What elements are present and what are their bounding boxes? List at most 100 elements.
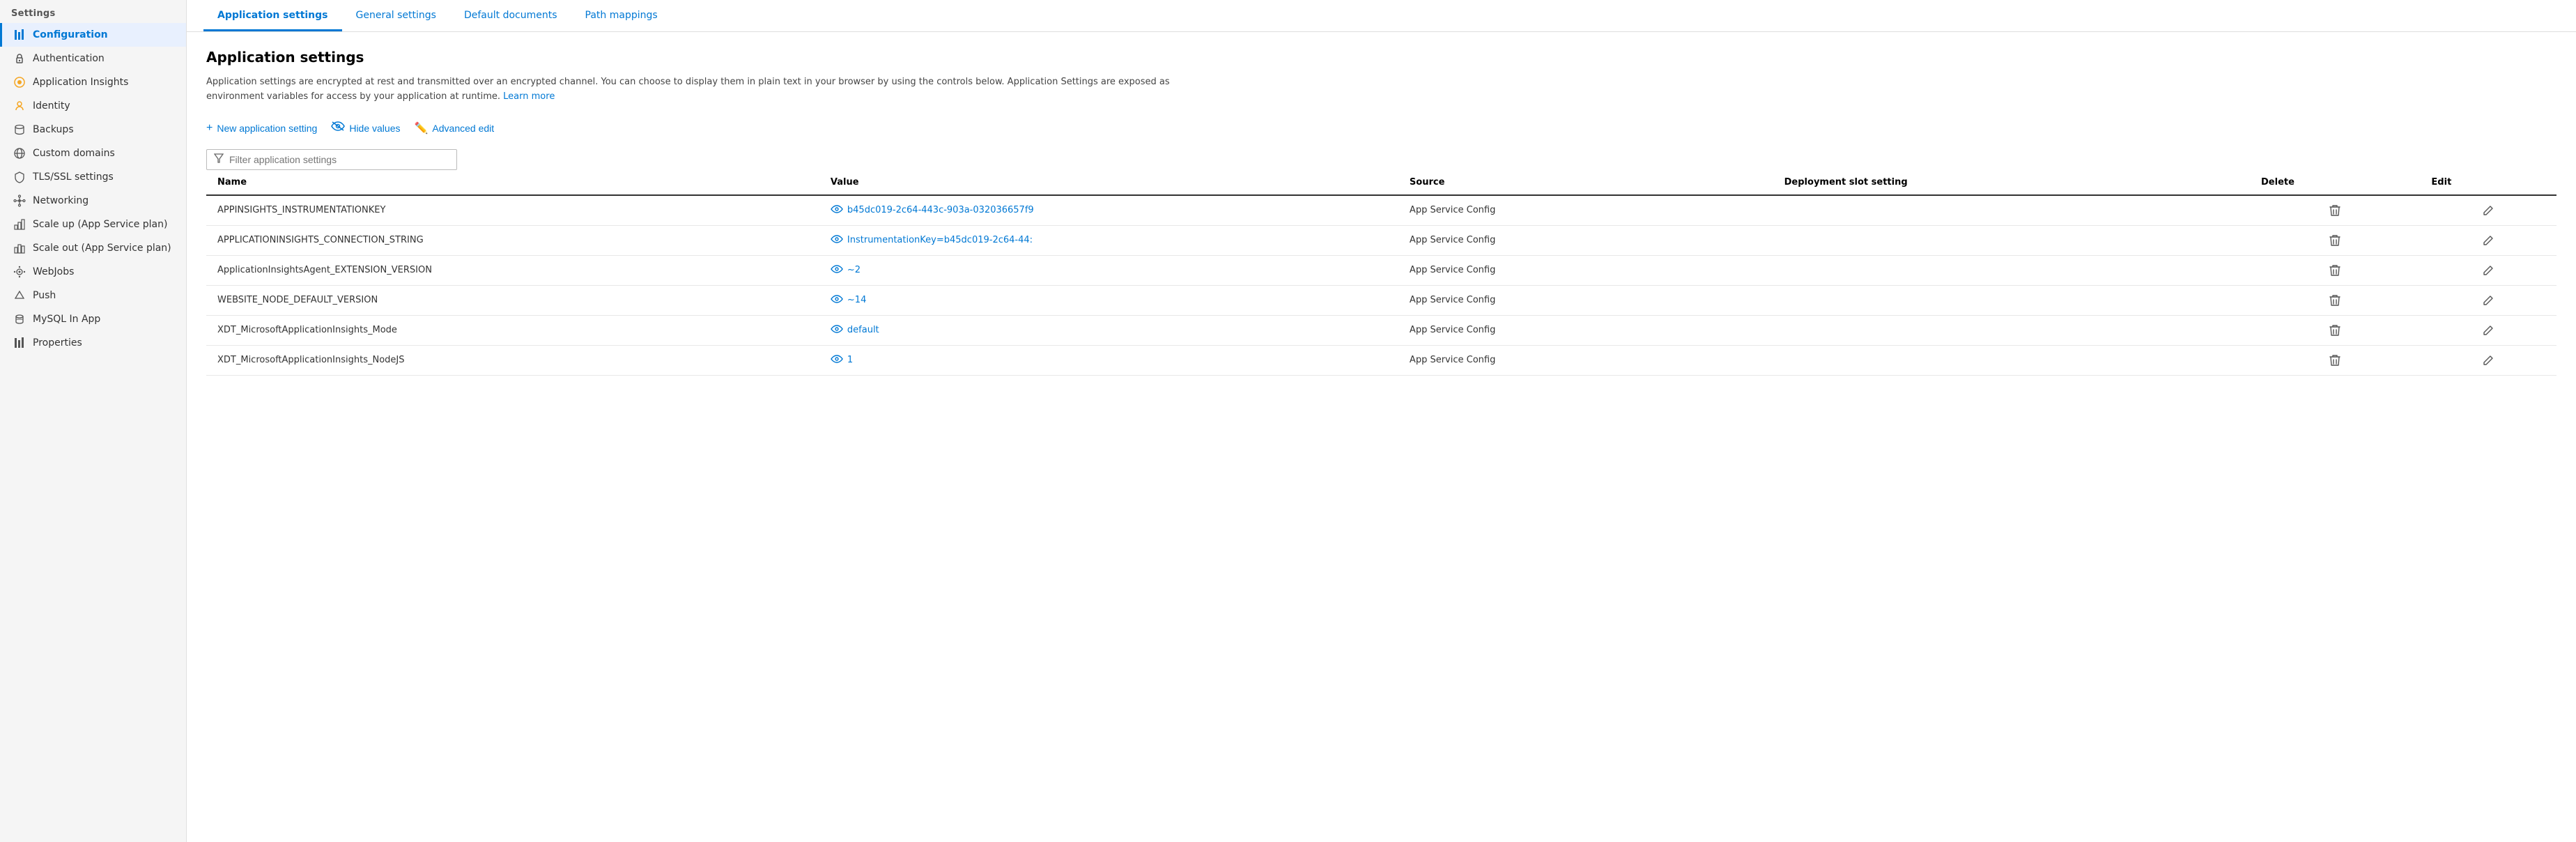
cell-value-link-2[interactable]: ~2 [847, 265, 861, 275]
cell-delete-1 [2250, 225, 2420, 255]
sidebar-item-authentication[interactable]: Authentication [0, 47, 186, 70]
cell-edit-0 [2420, 195, 2556, 226]
page-content-area: Application settings Application setting… [187, 32, 2576, 392]
table-row: APPLICATIONINSIGHTS_CONNECTION_STRING In… [206, 225, 2556, 255]
properties-icon [13, 337, 26, 349]
edit-button-3[interactable] [2431, 295, 2545, 306]
sidebar-item-tls-ssl[interactable]: TLS/SSL settings [0, 165, 186, 189]
filter-container [206, 149, 457, 170]
sidebar-item-webjobs[interactable]: WebJobs [0, 260, 186, 284]
backups-icon [13, 123, 26, 136]
settings-table: Name Value Source Deployment slot settin… [206, 170, 2556, 376]
col-header-name: Name [206, 170, 819, 195]
cell-delete-5 [2250, 345, 2420, 375]
cell-edit-3 [2420, 285, 2556, 315]
sidebar-item-push[interactable]: Push [0, 284, 186, 307]
cell-name-4: XDT_MicrosoftApplicationInsights_Mode [206, 315, 819, 345]
cell-value-link-5[interactable]: 1 [847, 355, 853, 365]
cell-value-link-0[interactable]: b45dc019-2c64-443c-903a-032036657f9 [847, 205, 1034, 215]
edit-button-4[interactable] [2431, 325, 2545, 336]
delete-button-0[interactable] [2261, 204, 2409, 217]
table-row: XDT_MicrosoftApplicationInsights_NodeJS … [206, 345, 2556, 375]
cell-delete-4 [2250, 315, 2420, 345]
sidebar-item-custom-domains[interactable]: Custom domains [0, 141, 186, 165]
cell-source-0: App Service Config [1398, 195, 1773, 226]
plus-icon: + [206, 122, 213, 135]
cell-value-link-1[interactable]: InstrumentationKey=b45dc019-2c64-44: [847, 235, 1033, 245]
tab-default-documents[interactable]: Default documents [450, 0, 571, 31]
sidebar-label-custom-domains: Custom domains [33, 148, 115, 159]
cell-deployment-4 [1773, 315, 2250, 345]
cell-deployment-0 [1773, 195, 2250, 226]
sidebar-item-properties[interactable]: Properties [0, 331, 186, 355]
cell-name-2: ApplicationInsightsAgent_EXTENSION_VERSI… [206, 255, 819, 285]
tab-application-settings[interactable]: Application settings [203, 0, 342, 31]
sidebar-label-mysql: MySQL In App [33, 314, 100, 325]
sidebar-label-identity: Identity [33, 100, 70, 112]
cell-name-1: APPLICATIONINSIGHTS_CONNECTION_STRING [206, 225, 819, 255]
custom-domains-icon [13, 147, 26, 160]
sidebar-label-configuration: Configuration [33, 29, 108, 40]
edit-button-5[interactable] [2431, 355, 2545, 366]
table-row: ApplicationInsightsAgent_EXTENSION_VERSI… [206, 255, 2556, 285]
sidebar-label-authentication: Authentication [33, 53, 105, 64]
cell-value-link-3[interactable]: ~14 [847, 295, 866, 305]
application-insights-icon [13, 76, 26, 89]
hide-values-button[interactable]: Hide values [331, 118, 400, 137]
sidebar-item-scale-out[interactable]: Scale out (App Service plan) [0, 236, 186, 260]
delete-button-5[interactable] [2261, 354, 2409, 367]
main-content: Application settings General settings De… [187, 0, 2576, 842]
cell-name-0: APPINSIGHTS_INSTRUMENTATIONKEY [206, 195, 819, 226]
cell-source-4: App Service Config [1398, 315, 1773, 345]
sidebar-label-webjobs: WebJobs [33, 266, 74, 277]
learn-more-link[interactable]: Learn more [503, 91, 555, 102]
new-application-setting-button[interactable]: + New application setting [206, 119, 317, 137]
filter-icon [214, 153, 224, 166]
configuration-icon [13, 29, 26, 41]
sidebar-item-scale-up[interactable]: Scale up (App Service plan) [0, 213, 186, 236]
cell-value-link-4[interactable]: default [847, 325, 879, 335]
sidebar-item-identity[interactable]: Identity [0, 94, 186, 118]
identity-icon [13, 100, 26, 112]
cell-edit-1 [2420, 225, 2556, 255]
delete-button-3[interactable] [2261, 294, 2409, 307]
cell-deployment-1 [1773, 225, 2250, 255]
cell-name-3: WEBSITE_NODE_DEFAULT_VERSION [206, 285, 819, 315]
table-row: XDT_MicrosoftApplicationInsights_Mode de… [206, 315, 2556, 345]
sidebar-label-backups: Backups [33, 124, 74, 135]
sidebar-item-networking[interactable]: Networking [0, 189, 186, 213]
tab-path-mappings[interactable]: Path mappings [571, 0, 672, 31]
tls-ssl-icon [13, 171, 26, 183]
value-eye-icon-0 [831, 205, 843, 216]
edit-button-0[interactable] [2431, 205, 2545, 216]
sidebar-item-application-insights[interactable]: Application Insights [0, 70, 186, 94]
authentication-icon [13, 52, 26, 65]
sidebar-label-properties: Properties [33, 337, 82, 349]
scale-up-icon [13, 218, 26, 231]
sidebar-label-scale-out: Scale out (App Service plan) [33, 243, 171, 254]
value-eye-icon-3 [831, 295, 843, 306]
table-row: APPINSIGHTS_INSTRUMENTATIONKEY b45dc019-… [206, 195, 2556, 226]
value-eye-icon-5 [831, 355, 843, 366]
delete-button-1[interactable] [2261, 234, 2409, 247]
edit-button-1[interactable] [2431, 235, 2545, 246]
cell-source-5: App Service Config [1398, 345, 1773, 375]
table-row: WEBSITE_NODE_DEFAULT_VERSION ~14 App Ser… [206, 285, 2556, 315]
advanced-edit-button[interactable]: ✏️ Advanced edit [414, 118, 494, 138]
sidebar-item-mysql[interactable]: MySQL In App [0, 307, 186, 331]
sidebar-item-backups[interactable]: Backups [0, 118, 186, 141]
tabs-bar: Application settings General settings De… [187, 0, 2576, 32]
tab-general-settings[interactable]: General settings [342, 0, 450, 31]
filter-input[interactable] [229, 154, 449, 165]
cell-deployment-3 [1773, 285, 2250, 315]
col-header-deployment-slot: Deployment slot setting [1773, 170, 2250, 195]
delete-button-4[interactable] [2261, 324, 2409, 337]
col-header-edit: Edit [2420, 170, 2556, 195]
edit-button-2[interactable] [2431, 265, 2545, 276]
cell-edit-4 [2420, 315, 2556, 345]
sidebar-item-configuration[interactable]: Configuration [0, 23, 186, 47]
delete-button-2[interactable] [2261, 264, 2409, 277]
cell-source-1: App Service Config [1398, 225, 1773, 255]
sidebar: Settings Configuration Authentication Ap… [0, 0, 187, 842]
value-eye-icon-1 [831, 235, 843, 246]
